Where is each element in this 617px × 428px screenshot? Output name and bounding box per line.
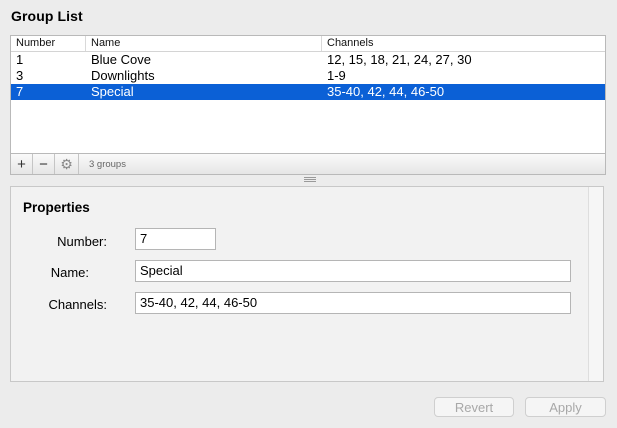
cell-name: Downlights: [91, 68, 155, 83]
channels-field[interactable]: 35-40, 42, 44, 46-50: [135, 292, 571, 314]
revert-button[interactable]: Revert: [434, 397, 514, 417]
grip-icon: [304, 177, 316, 182]
cell-number: 1: [16, 52, 24, 67]
column-header-number[interactable]: Number: [11, 36, 86, 51]
cell-name: Blue Cove: [91, 52, 151, 67]
column-header-name[interactable]: Name: [86, 36, 322, 51]
properties-title: Properties: [23, 200, 90, 215]
name-field[interactable]: Special: [135, 260, 571, 282]
properties-scrollbar[interactable]: [588, 187, 603, 381]
cell-number: 3: [16, 68, 24, 83]
add-group-button[interactable]: +: [11, 154, 33, 174]
table-row[interactable]: 3 Downlights 1-9: [11, 68, 605, 84]
split-view-divider[interactable]: [10, 174, 606, 186]
group-list-title: Group List: [11, 8, 83, 24]
gear-icon: ⚙: [60, 155, 73, 172]
cell-channels: 12, 15, 18, 21, 24, 27, 30: [327, 52, 472, 67]
cell-number: 7: [16, 84, 24, 99]
channels-label: Channels:: [48, 297, 107, 312]
number-field[interactable]: 7: [135, 228, 216, 250]
cell-name: Special: [91, 84, 134, 99]
group-table[interactable]: Number Name Channels 1 Blue Cove 12, 15,…: [10, 35, 606, 154]
cell-channels: 35-40, 42, 44, 46-50: [327, 84, 445, 99]
group-count: 3 groups: [89, 158, 126, 170]
name-label: Name:: [50, 265, 89, 280]
remove-group-button[interactable]: −: [33, 154, 55, 174]
action-menu-button[interactable]: ⚙: [55, 154, 79, 174]
table-row[interactable]: 1 Blue Cove 12, 15, 18, 21, 24, 27, 30: [11, 52, 605, 68]
number-label: Number:: [57, 234, 107, 249]
apply-button[interactable]: Apply: [525, 397, 606, 417]
properties-panel: Properties Number: 7 Name: Special Chann…: [10, 186, 604, 382]
column-header-channels[interactable]: Channels: [322, 36, 605, 51]
table-row-selected[interactable]: 7 Special 35-40, 42, 44, 46-50: [11, 84, 605, 100]
cell-channels: 1-9: [327, 68, 346, 83]
table-header: Number Name Channels: [11, 36, 605, 52]
table-toolbar: + − ⚙ 3 groups: [10, 153, 606, 175]
